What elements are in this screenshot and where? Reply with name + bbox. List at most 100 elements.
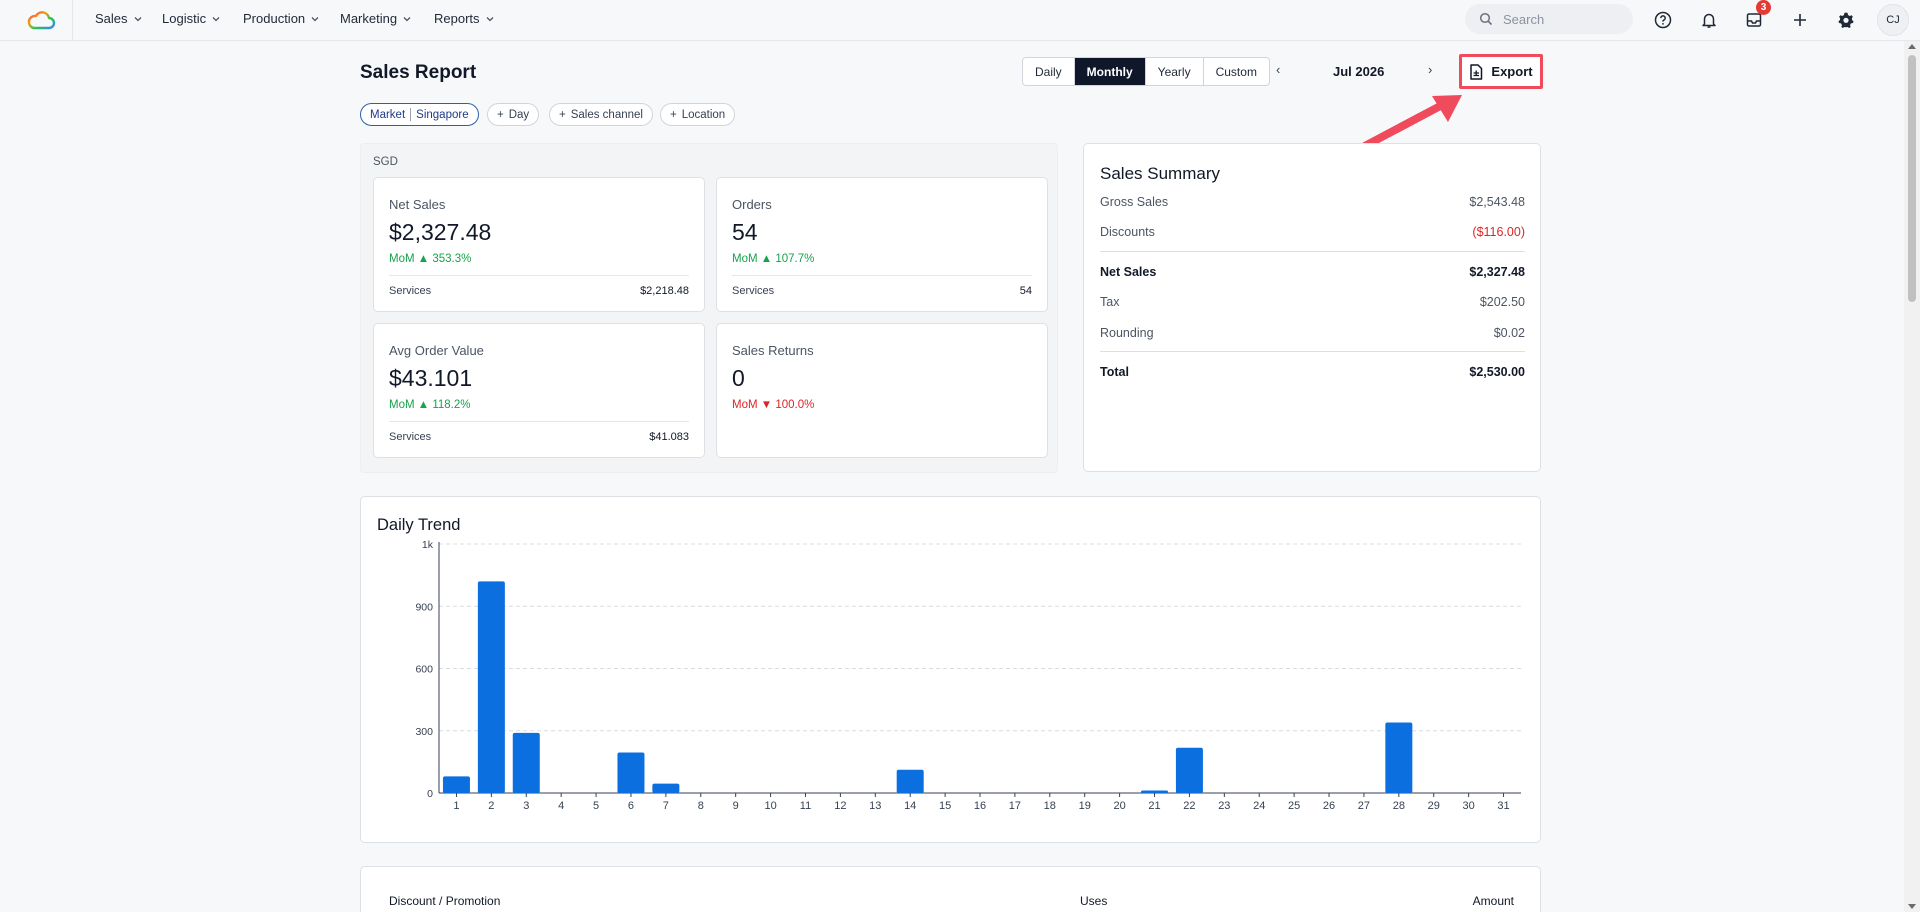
daily-trend-chart: 03006009001k1 2 3 4 5 6 7 8 9 10 11 12 13 14 15 16 17 18 1…	[415, 539, 1521, 812]
chevron-down-icon	[212, 16, 220, 21]
y-tick-label: 0	[427, 788, 433, 800]
summary-row-discounts: Discounts ($116.00)	[1100, 225, 1525, 239]
period-tab-daily[interactable]: Daily	[1023, 58, 1075, 85]
breakdown-value: 54	[1019, 285, 1032, 297]
summary-title: Sales Summary	[1100, 164, 1220, 183]
breakdown-value: $41.083	[649, 431, 689, 443]
x-tick-label: 14	[904, 800, 916, 812]
add-filter-sales-channel[interactable]: + Sales channel	[549, 103, 653, 126]
x-tick-label: 9	[733, 800, 739, 812]
filter-value: Singapore	[416, 108, 469, 121]
add-filter-location[interactable]: + Location	[660, 103, 736, 126]
period-tab-yearly[interactable]: Yearly	[1146, 58, 1204, 85]
x-tick-label: 13	[869, 800, 881, 812]
page-title: Sales Report	[360, 62, 477, 83]
help-icon[interactable]	[1651, 8, 1675, 32]
global-search[interactable]	[1465, 4, 1633, 34]
metric-label: Net Sales	[389, 197, 446, 212]
chart-bar	[1385, 722, 1413, 793]
x-tick-label: 8	[698, 800, 704, 812]
y-tick-label: 600	[415, 664, 433, 676]
row-value: ($116.00)	[1472, 225, 1525, 239]
nav-menu-sales[interactable]: Sales	[95, 11, 142, 26]
plus-icon: +	[559, 108, 566, 121]
metric-label: Avg Order Value	[389, 343, 484, 358]
chevron-down-icon	[403, 16, 411, 21]
filter-label: Day	[508, 108, 530, 121]
vertical-scrollbar[interactable]	[1904, 41, 1920, 912]
logo-divider	[72, 0, 73, 41]
summary-row-rounding: Rounding $0.02	[1100, 326, 1525, 340]
nav-menu-label: Marketing	[340, 11, 398, 26]
nav-menu-label: Reports	[434, 11, 480, 26]
summary-row-total: Total $2,530.00	[1100, 365, 1525, 379]
row-label: Gross Sales	[1100, 195, 1169, 209]
x-tick-label: 21	[1148, 800, 1160, 812]
inbox-icon[interactable]: 3	[1742, 0, 1771, 32]
plus-icon: +	[497, 108, 504, 121]
sales-summary-card: Sales Summary Gross Sales $2,543.48 Disc…	[1083, 143, 1541, 472]
nav-menu-marketing[interactable]: Marketing	[340, 11, 411, 26]
nav-menu-logistic[interactable]: Logistic	[162, 11, 220, 26]
chevron-down-icon	[486, 16, 493, 21]
search-icon	[1479, 12, 1493, 26]
x-tick-label: 5	[593, 800, 599, 812]
metric-mom-change: MoM ▲ 353.3%	[389, 253, 472, 265]
summary-row-gross-sales: Gross Sales $2,543.48	[1100, 195, 1525, 209]
x-tick-label: 18	[1044, 800, 1056, 812]
column-header-discount: Discount / Promotion	[389, 894, 501, 908]
filter-label: Location	[681, 108, 726, 121]
previous-month-button[interactable]: ‹	[1276, 62, 1280, 77]
scroll-down-icon[interactable]	[1908, 904, 1916, 909]
row-value: $202.50	[1479, 295, 1525, 309]
metric-breakdown: Services 54	[732, 275, 1032, 297]
x-tick-label: 2	[488, 800, 494, 812]
summary-row-net-sales: Net Sales $2,327.48	[1100, 265, 1525, 279]
filter-chip-market[interactable]: Market Singapore	[360, 103, 479, 126]
inbox-badge: 3	[1756, 0, 1771, 15]
nav-menu-production[interactable]: Production	[243, 11, 319, 26]
filter-label: Sales channel	[570, 108, 643, 121]
x-tick-label: 22	[1183, 800, 1195, 812]
scrollbar-thumb[interactable]	[1908, 55, 1916, 302]
chart-bar	[1175, 747, 1203, 793]
search-input[interactable]	[1503, 11, 1613, 27]
column-header-amount: Amount	[1472, 894, 1514, 908]
nav-menu-reports[interactable]: Reports	[434, 11, 494, 26]
scroll-up-icon[interactable]	[1908, 44, 1916, 49]
summary-divider	[1100, 351, 1525, 352]
next-month-button[interactable]: ›	[1428, 62, 1432, 77]
gear-icon[interactable]	[1834, 8, 1858, 32]
summary-row-tax: Tax $202.50	[1100, 295, 1525, 309]
row-value: $2,530.00	[1469, 365, 1525, 379]
metric-card-net-sales: Net Sales $2,327.48 MoM ▲ 353.3% Service…	[373, 177, 705, 312]
plus-icon: +	[670, 108, 677, 121]
breakdown-label: Services	[389, 285, 432, 297]
top-navigation-bar: Sales Logistic Production Marketing Repo…	[0, 0, 1920, 41]
user-avatar[interactable]: CJ	[1877, 4, 1909, 36]
metric-label: Orders	[732, 197, 772, 212]
app-logo-icon[interactable]	[26, 8, 56, 32]
bell-icon[interactable]	[1697, 8, 1721, 32]
row-label: Discounts	[1100, 225, 1155, 239]
filter-key: Market	[370, 108, 406, 121]
chart-bar	[512, 732, 540, 793]
export-button[interactable]: Export	[1459, 54, 1543, 89]
plus-icon[interactable]	[1788, 8, 1812, 32]
y-tick-label: 300	[415, 726, 433, 738]
metric-value: $43.101	[389, 365, 473, 391]
x-tick-label: 3	[523, 800, 529, 812]
breakdown-label: Services	[389, 431, 432, 443]
metric-card-orders: Orders 54 MoM ▲ 107.7% Services 54	[716, 177, 1048, 312]
chart-bar	[652, 783, 680, 793]
period-tab-monthly[interactable]: Monthly	[1074, 58, 1146, 85]
x-tick-label: 29	[1428, 800, 1440, 812]
add-filter-day[interactable]: + Day	[487, 103, 540, 126]
x-tick-label: 10	[764, 800, 776, 812]
nav-menu-label: Sales	[95, 11, 128, 26]
chart-bar	[617, 752, 645, 793]
x-tick-label: 24	[1253, 800, 1265, 812]
y-tick-label: 1k	[422, 539, 434, 551]
chip-divider	[410, 108, 412, 121]
period-tab-custom[interactable]: Custom	[1204, 58, 1269, 85]
